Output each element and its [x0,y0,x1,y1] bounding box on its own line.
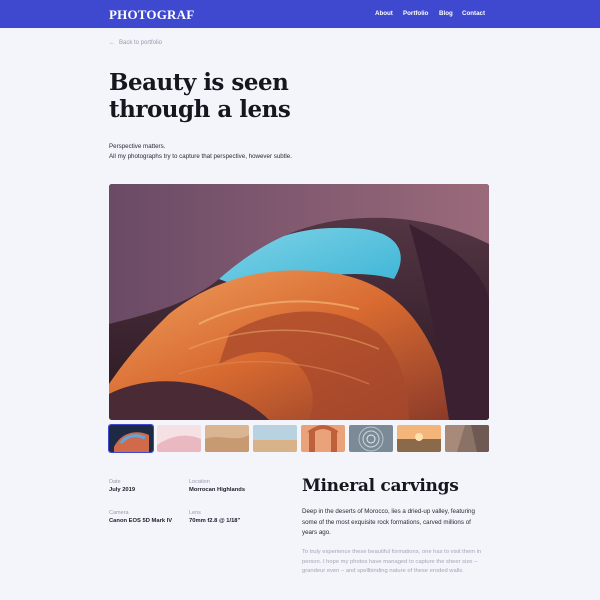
social-links: f𝕥◎ [302,592,324,600]
location-label: Location [189,479,210,485]
intro-line-1: Perspective matters. [109,143,166,150]
nav-about-link[interactable]: About [375,10,393,17]
lens-value: 70mm f2.8 @ 1/18" [189,518,241,524]
headline-line-1: Beauty is seen [109,69,289,96]
date-value: July 2019 [109,487,136,493]
location-value: Morrocan Highlands [189,487,246,493]
back-link-label: Back to portfolio [119,40,163,46]
thumbnail-2[interactable] [157,425,201,452]
canyon-arch-photo [109,184,489,420]
camera-value: Canon EOS 5D Mark IV [109,518,173,524]
page-headline: Beauty is seen through a lens [109,69,329,123]
thumbnail-4[interactable] [253,425,297,452]
nav-portfolio-link[interactable]: Portfolio [403,10,428,17]
nav-contact-link[interactable]: Contact [462,10,485,17]
thumbnail-1[interactable] [108,424,154,453]
date-label: Date [109,479,121,485]
thumbnail-3[interactable] [205,425,249,452]
thumbnail-7[interactable] [397,425,441,452]
article-title: Mineral carvings [302,476,459,496]
intro-line-2: All my photographs try to capture that p… [109,153,292,160]
headline-line-2: through a lens [109,96,291,123]
thumbnail-5[interactable] [301,425,345,452]
top-navigation-bar: PHOTOGRAF About Portfolio Blog Contact [0,0,600,28]
main-photo [109,184,489,420]
back-to-portfolio-link[interactable]: ← Back to portfolio [109,40,162,46]
arrow-left-icon: ← [109,40,115,46]
thumbnail-8[interactable] [445,425,489,452]
article-paragraph-1: Deep in the deserts of Morocco, lies a d… [302,508,475,536]
intro-text: Perspective matters. All my photographs … [109,142,292,162]
article-paragraph-2: To truly experience these beautiful form… [302,549,482,574]
camera-label: Camera [109,510,129,516]
thumbnail-strip [108,424,489,453]
nav-blog-link[interactable]: Blog [439,10,453,17]
thumbnail-6[interactable] [349,425,393,452]
main-nav: About Portfolio Blog Contact [0,10,600,20]
lens-label: Lens [189,510,201,516]
